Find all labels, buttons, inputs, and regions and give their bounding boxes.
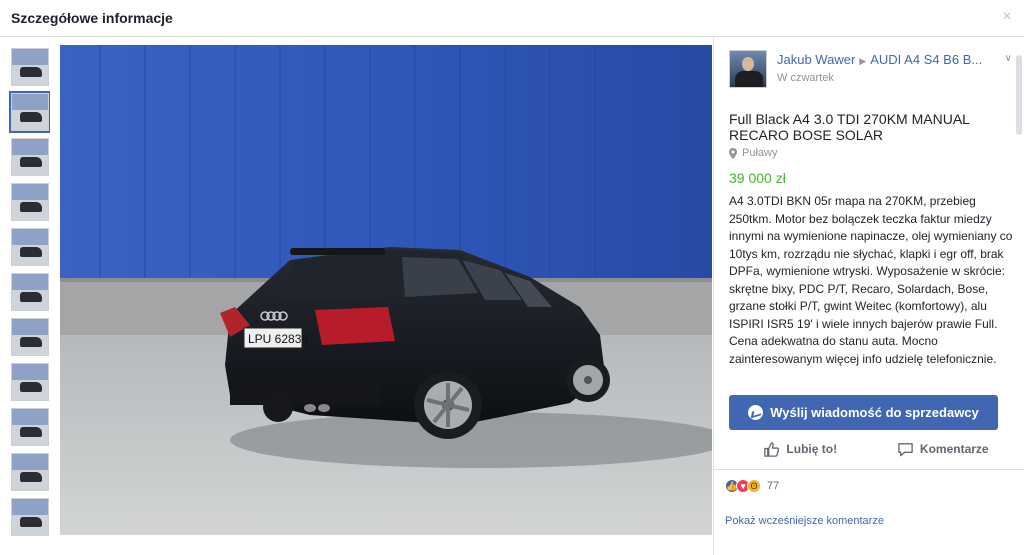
- car-photo: LPU 62838: [60, 45, 712, 535]
- messenger-icon: [748, 405, 764, 420]
- post-time[interactable]: W czwartek: [777, 72, 834, 84]
- comment-button[interactable]: Komentarze: [872, 435, 1015, 463]
- svg-text:LPU 62838: LPU 62838: [248, 332, 308, 346]
- arrow-right-icon: ▶: [859, 56, 867, 66]
- comment-label: Komentarze: [919, 442, 989, 456]
- reaction-count: 77: [767, 480, 780, 492]
- location-name: Puławy: [742, 147, 778, 159]
- thumbnail-strip: [8, 48, 50, 536]
- group-name[interactable]: AUDI A4 S4 B6 B...: [870, 52, 982, 67]
- avatar[interactable]: [729, 50, 767, 88]
- send-message-button[interactable]: Wyślij wiadomość do sprzedawcy: [729, 395, 998, 430]
- photo-thumbnail[interactable]: [11, 498, 49, 536]
- photo-thumbnail[interactable]: [11, 408, 49, 446]
- photo-thumbnail[interactable]: [11, 363, 49, 401]
- location-pin-icon: [729, 147, 737, 159]
- photo-thumbnail[interactable]: [11, 183, 49, 221]
- wow-reaction-icon: ʘ: [747, 479, 761, 493]
- photo-thumbnail[interactable]: [11, 273, 49, 311]
- author-name[interactable]: Jakub Wawer: [777, 52, 855, 67]
- like-label: Lubię to!: [786, 442, 838, 456]
- location: Puławy: [729, 147, 777, 159]
- reaction-summary[interactable]: 👍 ♥ ʘ 77: [725, 479, 779, 493]
- close-icon[interactable]: ×: [1000, 9, 1014, 25]
- modal-title: Szczegółowe informacje: [11, 10, 173, 26]
- chevron-down-icon[interactable]: ∨: [1005, 53, 1012, 64]
- divider: [714, 469, 1024, 470]
- comment-icon: [898, 442, 913, 456]
- post-actions: Lubię to! Komentarze: [729, 435, 1014, 463]
- author-line: Jakub Wawer ▶ AUDI A4 S4 B6 B...: [777, 52, 1007, 67]
- photo-thumbnail[interactable]: [11, 48, 49, 86]
- post-sidebar: Jakub Wawer ▶ AUDI A4 S4 B6 B... ∨ W czwar…: [713, 37, 1024, 555]
- photo-thumbnail[interactable]: [11, 318, 49, 356]
- photo-thumbnail[interactable]: [11, 228, 49, 266]
- listing-title: Full Black A4 3.0 TDI 270KM MANUAL RECAR…: [729, 111, 970, 143]
- listing-description: A4 3.0TDI BKN 05r mapa na 270KM, przebie…: [729, 194, 1013, 366]
- show-earlier-comments-link[interactable]: Pokaż wcześniejsze komentarze: [725, 515, 884, 527]
- scrollbar[interactable]: [1016, 55, 1022, 135]
- modal-header: Szczegółowe informacje ×: [0, 0, 1024, 37]
- photo-thumbnail[interactable]: [11, 138, 49, 176]
- price: 39 000 zł: [729, 170, 786, 186]
- main-photo[interactable]: LPU 62838: [60, 45, 712, 535]
- thumbs-up-icon: [764, 441, 780, 457]
- like-button[interactable]: Lubię to!: [729, 435, 872, 463]
- details-modal: Szczegółowe informacje × LPU 62838 Jakub…: [0, 0, 1024, 555]
- send-message-label: Wyślij wiadomość do sprzedawcy: [770, 405, 979, 420]
- photo-thumbnail[interactable]: [11, 453, 49, 491]
- photo-thumbnail[interactable]: [9, 91, 50, 133]
